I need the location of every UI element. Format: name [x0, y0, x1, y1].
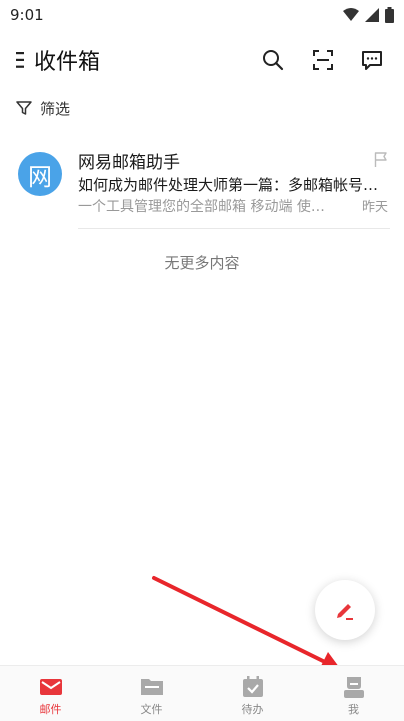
status-icons [343, 7, 394, 23]
nav-item-me[interactable]: 我 [303, 666, 404, 721]
pencil-icon [337, 604, 353, 620]
folder-icon [140, 679, 163, 695]
menu-icon[interactable] [16, 52, 26, 68]
no-more-content-text: 无更多内容 [164, 254, 240, 272]
search-button[interactable] [259, 46, 287, 74]
wifi-icon [343, 8, 359, 21]
filter-label: 筛选 [40, 99, 71, 118]
calendar-check-icon [242, 676, 263, 697]
page-title[interactable]: 收件箱 [34, 44, 100, 76]
filter-icon [16, 101, 32, 115]
nav-label-me: 我 [348, 703, 359, 716]
mail-icon [39, 679, 62, 695]
mail-subject: 如何成为邮件处理大师第一篇：多邮箱帐号… [78, 176, 379, 194]
message-button[interactable] [358, 46, 386, 74]
flag-icon[interactable] [374, 152, 388, 168]
status-bar: 9:01 [0, 0, 404, 32]
nav-item-files[interactable]: 文件 [101, 666, 202, 721]
list-divider [78, 228, 390, 229]
scan-icon [313, 50, 333, 70]
filter-button[interactable]: 筛选 [16, 96, 70, 120]
compose-button[interactable] [315, 580, 375, 640]
nav-label-files: 文件 [140, 703, 163, 716]
signal-icon [365, 8, 379, 22]
battery-icon [385, 7, 394, 23]
bottom-nav: 邮件 文件 待办 我 [0, 665, 404, 721]
mail-preview: 一个工具管理您的全部邮箱 移动端 使… [78, 199, 325, 215]
nav-item-todo[interactable]: 待办 [202, 666, 303, 721]
app-header: 收件箱 [0, 38, 404, 82]
mail-list-item[interactable]: 网 网易邮箱助手 如何成为邮件处理大师第一篇：多邮箱帐号… 一个工具管理您的全部… [0, 140, 404, 230]
status-time: 9:01 [10, 6, 44, 24]
nav-item-mail[interactable]: 邮件 [0, 666, 101, 721]
nav-label-todo: 待办 [241, 703, 264, 716]
search-icon [263, 50, 284, 71]
profile-icon [343, 677, 364, 698]
mail-date: 昨天 [361, 200, 388, 215]
nav-label-mail: 邮件 [39, 703, 62, 716]
scan-button[interactable] [309, 46, 337, 74]
message-icon [362, 51, 382, 70]
sender-avatar: 网 [18, 152, 62, 196]
mail-sender: 网易邮箱助手 [78, 153, 180, 173]
